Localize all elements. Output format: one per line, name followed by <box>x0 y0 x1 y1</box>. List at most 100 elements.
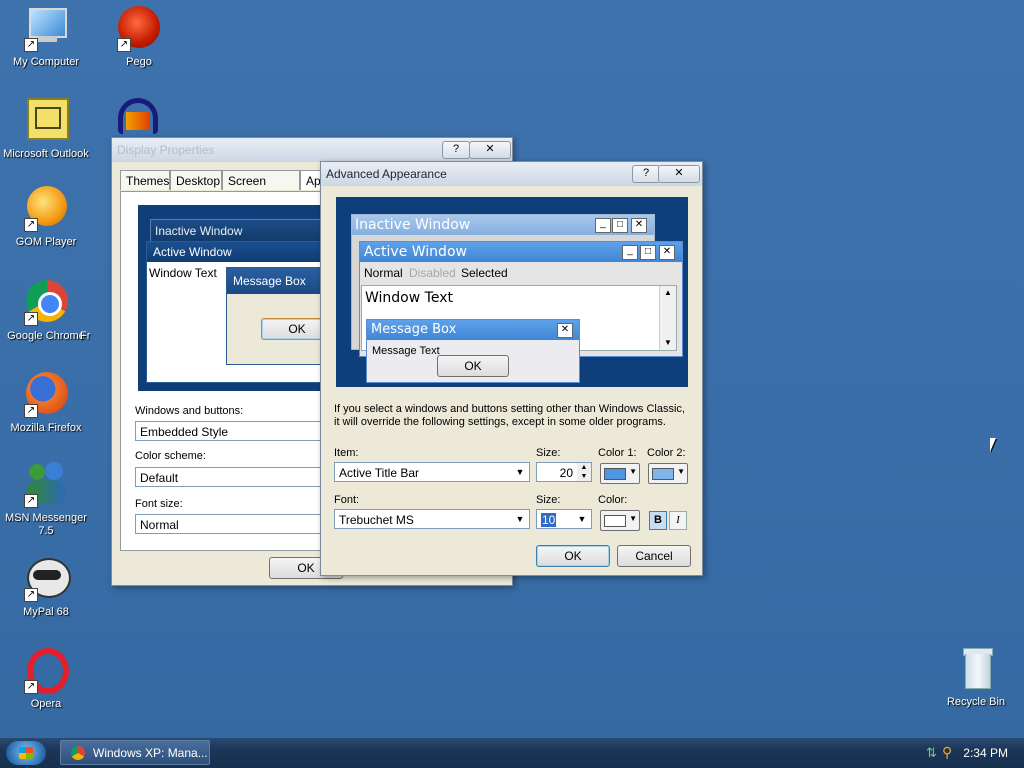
gom-player-icon: ↗ <box>23 186 69 232</box>
desktop-icon-label: Microsoft Outlook <box>3 148 89 160</box>
taskbar-item-chrome[interactable]: Windows XP: Mana... <box>60 740 210 765</box>
desktop-icon-opera[interactable]: ↗ Opera <box>0 648 92 711</box>
font-color-label: Color: <box>598 494 628 506</box>
preview-ok-button: OK <box>437 355 509 377</box>
advanced-cancel-button[interactable]: Cancel <box>617 545 691 567</box>
chevron-down-icon: ▼ <box>629 514 637 523</box>
desktop-icon-fr[interactable]: Fr <box>80 330 110 343</box>
desktop-icon-label: My Computer <box>12 56 80 68</box>
taskbar: Windows XP: Mana... ⇅ ⚲ 2:34 PM <box>0 738 1024 768</box>
font-size-select[interactable]: Normal <box>135 514 325 534</box>
advanced-appearance-window[interactable]: Advanced Appearance ? ✕ Inactive Window … <box>320 161 703 576</box>
scroll-down-icon: ▼ <box>664 338 672 347</box>
firefox-icon: ↗ <box>23 372 69 418</box>
desktop-icon-label: Recycle Bin <box>946 696 1006 708</box>
chrome-icon <box>71 746 85 760</box>
item-label: Item: <box>334 447 359 459</box>
window-title: Advanced Appearance <box>326 167 447 181</box>
help-button[interactable]: ? <box>632 165 660 183</box>
close-button[interactable]: ✕ <box>658 165 700 183</box>
item-size-label: Size: <box>536 447 561 459</box>
network-icon[interactable]: ⇅ <box>926 745 937 761</box>
preview-message-box: Message Box ✕ Message Text OK <box>366 319 580 383</box>
tab-screen-saver[interactable]: Screen Saver <box>222 170 300 208</box>
title-bar[interactable]: Display Properties ? ✕ <box>112 138 512 162</box>
scroll-up-icon: ▲ <box>664 288 672 297</box>
tab-themes[interactable]: Themes <box>120 170 170 190</box>
chrome-icon: ↗ <box>23 280 69 326</box>
preview-menu-bar: Normal Disabled Selected <box>364 266 508 280</box>
color-scheme-label: Color scheme: <box>135 450 206 462</box>
desktop-icon-msn[interactable]: ↗ MSN Messenger 7.5 <box>0 462 92 538</box>
bold-toggle[interactable]: B <box>649 511 667 530</box>
color1-button[interactable]: ▼ <box>600 463 640 484</box>
font-select[interactable]: Trebuchet MS ▼ <box>334 509 530 529</box>
start-button[interactable] <box>6 741 46 765</box>
color2-button[interactable]: ▼ <box>648 463 688 484</box>
advanced-preview: Inactive Window _ □ ✕ Active Window _ □ … <box>336 197 688 387</box>
recycle-bin-icon <box>953 646 999 692</box>
desktop-icon-label: Opera <box>30 698 62 710</box>
font-size-select[interactable]: 10 ▼ <box>536 509 592 529</box>
advanced-ok-button[interactable]: OK <box>536 545 610 567</box>
pego-icon: ↗ <box>116 6 162 52</box>
chevron-down-icon: ▼ <box>677 467 685 476</box>
desktop-icon-mypal[interactable]: ↗ MyPal 68 <box>0 556 92 619</box>
headphones-icon[interactable] <box>116 98 162 138</box>
spinner-arrows-icon[interactable]: ▲ ▼ <box>577 463 591 481</box>
preview-scrollbar: ▲ ▼ <box>659 286 676 350</box>
close-button[interactable]: ✕ <box>469 141 511 159</box>
chevron-down-icon: ▼ <box>515 467 525 477</box>
font-color-swatch <box>604 515 626 527</box>
font-label: Font: <box>334 494 360 506</box>
opera-icon: ↗ <box>23 648 69 694</box>
msn-messenger-icon: ↗ <box>23 462 69 508</box>
preview-inactive-title: Inactive Window _ □ ✕ <box>352 215 654 235</box>
desktop-icon-label: Fr <box>80 330 91 342</box>
maximize-icon: □ <box>640 245 656 260</box>
tab-desktop[interactable]: Desktop <box>170 170 222 190</box>
color2-label: Color 2: <box>647 447 686 459</box>
desktop-icon-label: Pego <box>126 56 152 68</box>
windows-buttons-select[interactable]: Embedded Style <box>135 421 325 441</box>
chevron-down-icon: ▼ <box>577 514 587 524</box>
preview-active-title: Active Window <box>147 242 347 262</box>
color2-swatch <box>652 468 674 480</box>
color-scheme-select[interactable]: Default <box>135 467 325 487</box>
close-icon: ✕ <box>557 323 573 338</box>
desktop-icon-label: MSN Messenger 7.5 <box>5 512 87 537</box>
font-size-label: Size: <box>536 494 561 506</box>
desktop-icon-my-computer[interactable]: ↗ My Computer <box>0 6 92 69</box>
search-icon[interactable]: ⚲ <box>942 744 952 761</box>
chevron-down-icon: ▼ <box>629 467 637 476</box>
desktop-icon-chrome[interactable]: ↗ Google Chrome <box>0 280 92 343</box>
windows-buttons-label: Windows and buttons: <box>135 405 244 417</box>
desktop-icon-label: GOM Player <box>15 236 77 248</box>
windows-logo-icon <box>19 747 33 759</box>
desktop-icon-gom-player[interactable]: ↗ GOM Player <box>0 186 92 249</box>
preview-message-title: Message Box ✕ <box>367 320 579 340</box>
info-text-line1: If you select a windows and buttons sett… <box>334 403 685 415</box>
desktop-icon-label: Mozilla Firefox <box>10 422 82 434</box>
italic-toggle[interactable]: I <box>669 511 687 530</box>
color1-swatch <box>604 468 626 480</box>
minimize-icon: _ <box>622 245 638 260</box>
close-icon: ✕ <box>631 218 647 233</box>
computer-icon: ↗ <box>23 6 69 52</box>
font-color-button[interactable]: ▼ <box>600 510 640 531</box>
item-size-spinner[interactable]: 20 ▲ ▼ <box>536 462 592 482</box>
desktop-icon-pego[interactable]: ↗ Pego <box>93 6 185 69</box>
close-icon: ✕ <box>659 245 675 260</box>
desktop-icon-firefox[interactable]: ↗ Mozilla Firefox <box>0 372 92 435</box>
item-select[interactable]: Active Title Bar ▼ <box>334 462 530 482</box>
desktop-icon-label: MyPal 68 <box>23 606 69 618</box>
help-button[interactable]: ? <box>442 141 470 159</box>
title-bar[interactable]: Advanced Appearance ? ✕ <box>321 162 702 186</box>
minimize-icon: _ <box>595 218 611 233</box>
color1-label: Color 1: <box>598 447 637 459</box>
clock[interactable]: 2:34 PM <box>963 746 1008 760</box>
mypal-icon: ↗ <box>23 556 71 602</box>
desktop-icon-recycle-bin[interactable]: Recycle Bin <box>930 646 1022 709</box>
mouse-cursor-icon <box>990 438 996 452</box>
desktop-icon-outlook[interactable]: Microsoft Outlook <box>0 98 92 161</box>
